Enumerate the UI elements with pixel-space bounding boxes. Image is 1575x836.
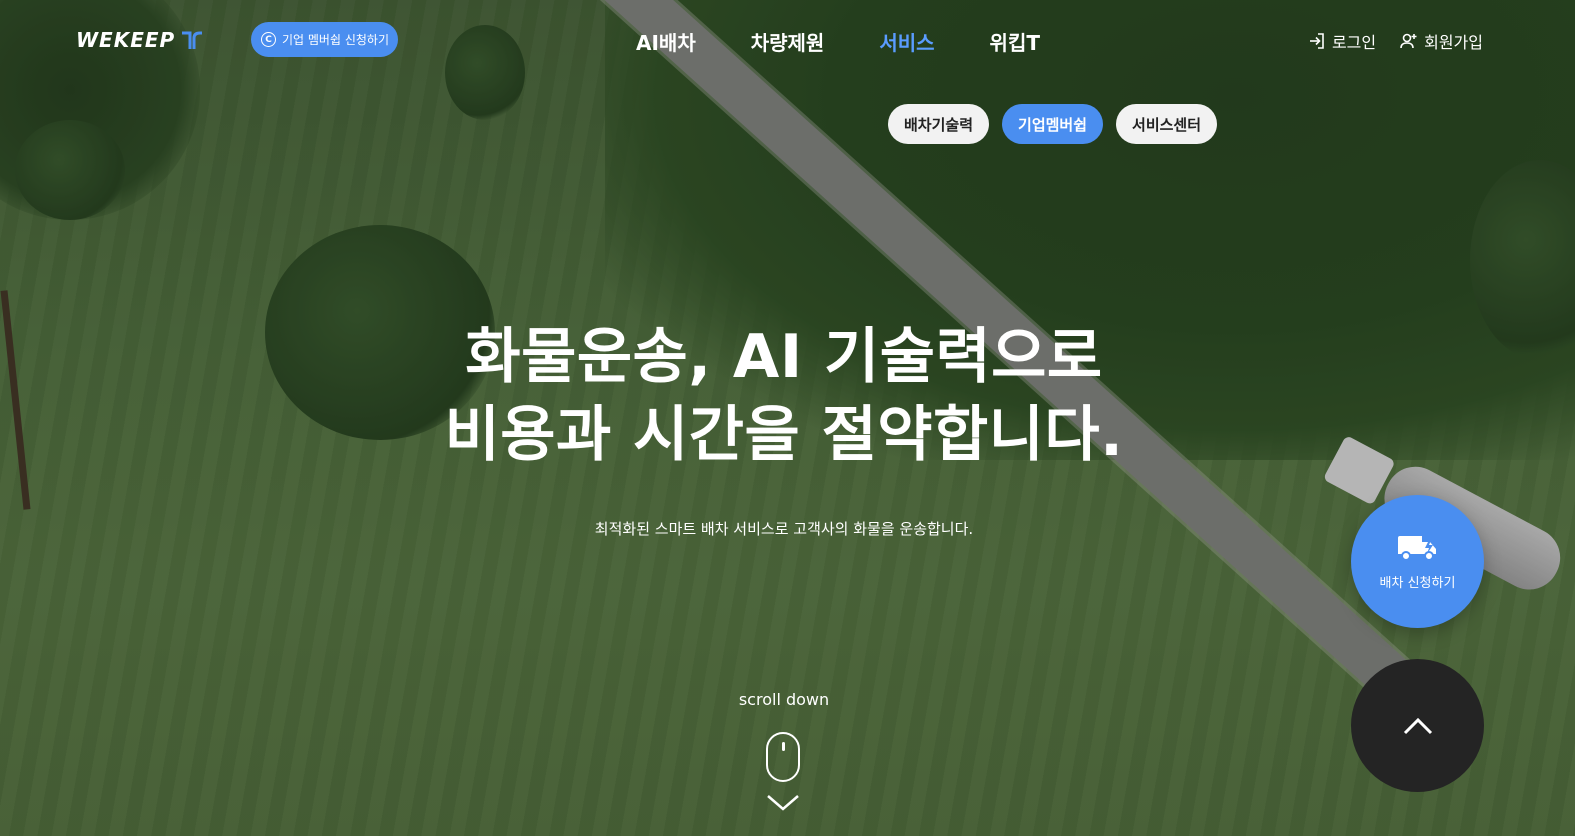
mouse-icon[interactable] bbox=[766, 732, 800, 782]
membership-apply-label: 기업 멤버쉽 신청하기 bbox=[282, 33, 389, 47]
copyright-icon: C bbox=[261, 32, 276, 47]
arrow-up-icon bbox=[1403, 717, 1432, 734]
login-label: 로그인 bbox=[1331, 33, 1377, 52]
hero-subtitle: 최적화된 스마트 배차 서비스로 고객사의 화물을 운송합니다. bbox=[594, 520, 974, 538]
scroll-down-label: scroll down bbox=[738, 690, 830, 709]
logo-mark-icon bbox=[182, 31, 203, 49]
main-nav: AI배차 차량제원 서비스 위킵T bbox=[636, 27, 1095, 56]
signup-label: 회원가입 bbox=[1424, 33, 1483, 52]
user-add-icon bbox=[1400, 33, 1417, 49]
membership-apply-button[interactable]: C 기업 멤버쉽 신청하기 bbox=[251, 22, 398, 57]
subnav-service-center[interactable]: 서비스센터 bbox=[1116, 104, 1218, 144]
nav-wekeep-t[interactable]: 위킵T bbox=[990, 27, 1040, 56]
login-icon bbox=[1309, 33, 1324, 49]
nav-vehicle-specs[interactable]: 차량제원 bbox=[751, 27, 825, 56]
hero-heading: 화물운송, AI 기술력으로 비용과 시간을 절약합니다. bbox=[0, 318, 1568, 474]
nav-service[interactable]: 서비스 bbox=[879, 27, 934, 56]
nav-ai-dispatch[interactable]: AI배차 bbox=[636, 27, 696, 56]
dispatch-apply-fab[interactable]: 배차 신청하기 bbox=[1351, 495, 1484, 628]
truck-bolt-icon bbox=[1397, 536, 1436, 561]
subnav-dispatch-tech[interactable]: 배차기술력 bbox=[888, 104, 990, 144]
logo-text: WEKEEP bbox=[76, 28, 176, 52]
logo[interactable]: WEKEEP bbox=[76, 28, 203, 52]
dispatch-apply-label: 배차 신청하기 bbox=[1379, 576, 1456, 591]
service-subnav: 배차기술력 기업멤버쉽 서비스센터 bbox=[888, 104, 1218, 144]
hero-line-1: 화물운송, AI 기술력으로 bbox=[465, 322, 1103, 392]
chevron-down-icon[interactable] bbox=[766, 790, 800, 814]
auth-links: 로그인 회원가입 bbox=[1308, 29, 1483, 53]
login-link[interactable]: 로그인 bbox=[1308, 29, 1376, 53]
subnav-corporate-membership[interactable]: 기업멤버쉽 bbox=[1002, 104, 1104, 144]
signup-link[interactable]: 회원가입 bbox=[1400, 29, 1483, 53]
scroll-to-top-button[interactable] bbox=[1351, 659, 1484, 792]
hero-line-2: 비용과 시간을 절약합니다. bbox=[444, 400, 1124, 470]
